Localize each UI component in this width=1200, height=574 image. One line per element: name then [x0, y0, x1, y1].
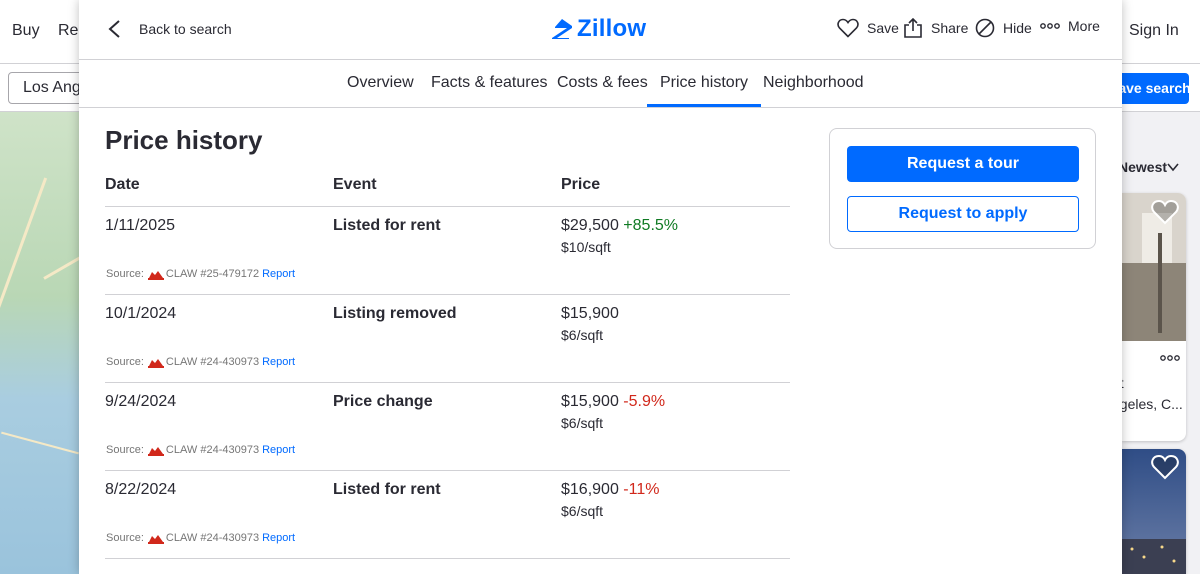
row-event: Listed for rent	[333, 481, 441, 498]
row-price: $15,900 -5.9%	[561, 393, 665, 411]
tab-overview[interactable]: Overview	[347, 60, 414, 107]
row-date: 10/1/2024	[105, 305, 177, 322]
share-label: Share	[931, 20, 969, 36]
claw-logo-icon	[147, 358, 164, 368]
map-view[interactable]	[0, 112, 80, 574]
chevron-down-icon	[1167, 163, 1179, 172]
more-dots-icon	[1040, 23, 1060, 29]
listing-card-text: nt	[1122, 375, 1124, 391]
zillow-logo[interactable]: Zillow	[551, 15, 646, 43]
back-to-search-link[interactable]: Back to search	[139, 21, 232, 37]
row-event: Listing removed	[333, 305, 457, 322]
map-road	[0, 177, 48, 367]
more-dots-icon[interactable]	[1160, 354, 1180, 362]
price-value: $29,500	[561, 217, 619, 234]
source-id: #24-430973	[200, 356, 260, 368]
divider	[105, 558, 790, 559]
zillow-logo-icon	[552, 19, 572, 39]
listing-card[interactable]: nt ngeles, C...	[1122, 193, 1186, 441]
contact-card: Request a tour Request to apply	[829, 128, 1096, 249]
source-id: #24-430973	[200, 444, 260, 456]
map-road	[1, 431, 79, 455]
sign-in-link[interactable]: Sign In	[1129, 22, 1179, 40]
row-price: $15,900	[561, 305, 619, 323]
table-row: 9/24/2024 Price change $15,900 -5.9% $6/…	[105, 383, 790, 471]
tab-costs-fees[interactable]: Costs & fees	[557, 60, 648, 107]
source-id: #24-430973	[200, 532, 260, 544]
hide-button[interactable]: Hide	[975, 18, 1032, 38]
claw-logo-icon	[147, 446, 164, 456]
request-tour-button[interactable]: Request a tour	[847, 146, 1079, 182]
row-source: Source: CLAW #24-430973 Report	[106, 356, 295, 368]
heart-icon[interactable]	[1151, 454, 1179, 480]
listing-card-address: ngeles, C...	[1122, 396, 1183, 412]
nav-buy[interactable]: Buy	[12, 22, 40, 40]
section-tab-bar: Overview Facts & features Costs & fees P…	[79, 60, 1122, 108]
more-label: More	[1068, 18, 1100, 34]
row-source: Source: CLAW #25-479172 Report	[106, 268, 295, 280]
chevron-left-icon[interactable]	[106, 19, 124, 39]
report-link[interactable]: Report	[262, 444, 295, 456]
source-label: Source:	[106, 444, 144, 456]
row-price-per-sqft: $10/sqft	[561, 239, 611, 255]
price-value: $15,900	[561, 305, 619, 322]
row-price: $29,500 +85.5%	[561, 217, 678, 235]
row-source: Source: CLAW #24-430973 Report	[106, 532, 295, 544]
row-event: Listed for rent	[333, 217, 441, 234]
source-name: CLAW	[165, 356, 198, 368]
tab-facts-features[interactable]: Facts & features	[431, 60, 548, 107]
request-apply-button[interactable]: Request to apply	[847, 196, 1079, 232]
price-change: -5.9%	[623, 393, 666, 410]
section-title: Price history	[105, 125, 263, 155]
report-link[interactable]: Report	[262, 532, 295, 544]
tab-price-history[interactable]: Price history	[647, 60, 762, 107]
source-name: CLAW	[165, 268, 198, 280]
table-row: 10/1/2024 Listing removed $15,900 $6/sqf…	[105, 295, 790, 383]
source-id: #25-479172	[200, 268, 260, 280]
sort-dropdown[interactable]: Newest	[1118, 159, 1167, 175]
row-price-per-sqft: $6/sqft	[561, 415, 604, 431]
source-name: CLAW	[165, 532, 198, 544]
zillow-logo-text: Zillow	[577, 15, 647, 42]
price-change: +85.5%	[623, 217, 679, 234]
row-price-per-sqft: $6/sqft	[561, 327, 604, 343]
row-price: $16,900 -11%	[561, 481, 659, 499]
tab-neighborhood[interactable]: Neighborhood	[763, 60, 864, 107]
column-header-event: Event	[333, 176, 377, 193]
table-row: 1/11/2025 Listed for rent $29,500 +85.5%…	[105, 207, 790, 295]
table-row: 8/22/2024 Listed for rent $16,900 -11% $…	[105, 471, 790, 559]
save-label: Save	[867, 20, 899, 36]
source-label: Source:	[106, 356, 144, 368]
save-button[interactable]: Save	[837, 18, 899, 38]
source-name: CLAW	[165, 444, 198, 456]
claw-logo-icon	[147, 534, 164, 544]
price-value: $15,900	[561, 393, 619, 410]
price-change: -11%	[623, 481, 660, 498]
column-header-date: Date	[105, 176, 140, 193]
row-price-per-sqft: $6/sqft	[561, 503, 604, 519]
source-label: Source:	[106, 268, 144, 280]
hide-icon	[975, 18, 995, 38]
home-details-modal: Back to search Zillow Save Share Hide Mo…	[79, 0, 1122, 574]
more-button[interactable]: More	[1040, 18, 1100, 34]
share-button[interactable]: Share	[903, 18, 968, 38]
heart-icon	[837, 18, 859, 38]
source-label: Source:	[106, 532, 144, 544]
column-header-price: Price	[561, 176, 601, 193]
hide-label: Hide	[1003, 20, 1032, 36]
row-date: 9/24/2024	[105, 393, 177, 410]
claw-logo-icon	[147, 270, 164, 280]
share-icon	[904, 18, 922, 38]
row-date: 1/11/2025	[105, 217, 175, 234]
row-date: 8/22/2024	[105, 481, 177, 498]
modal-top-bar: Back to search Zillow Save Share Hide Mo…	[79, 0, 1122, 60]
map-road	[43, 247, 80, 280]
heart-icon[interactable]	[1151, 199, 1179, 225]
row-event: Price change	[333, 393, 433, 410]
row-source: Source: CLAW #24-430973 Report	[106, 444, 295, 456]
report-link[interactable]: Report	[262, 268, 295, 280]
report-link[interactable]: Report	[262, 356, 295, 368]
price-value: $16,900	[561, 481, 619, 498]
